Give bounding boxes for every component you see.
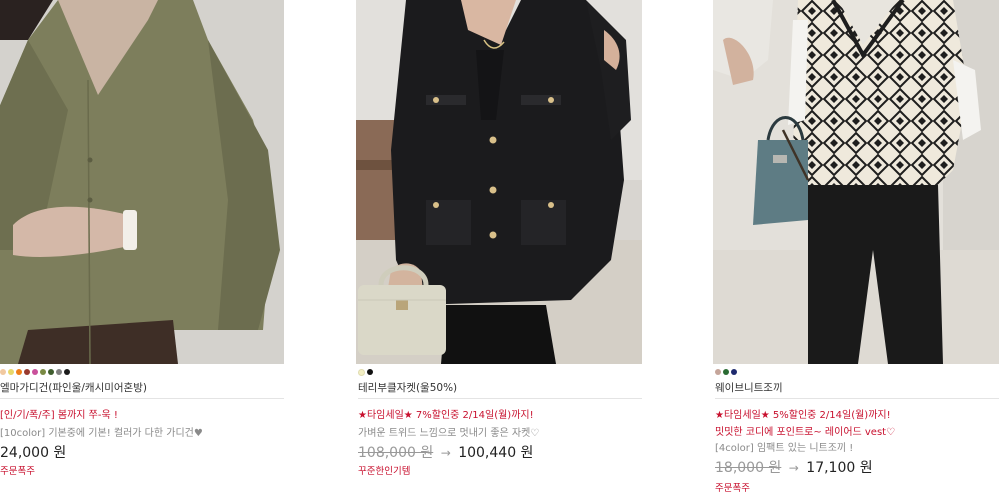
product-description: [10color] 기본중에 기본! 컬러가 다한 가디건♥ (0, 428, 203, 439)
color-swatch[interactable] (8, 369, 14, 375)
product-title[interactable]: 웨이브니트조끼 (715, 380, 783, 395)
original-price: 108,000 원 (358, 445, 434, 461)
product-photo[interactable] (0, 0, 284, 364)
promo-text: [인/기/폭/주] 봄까지 쭈-욱 ! (0, 410, 118, 421)
divider (715, 398, 999, 399)
status-badge: 주문폭주 (0, 466, 35, 477)
color-swatch[interactable] (56, 369, 62, 375)
product-description: [4color] 임팩트 있는 니트조끼 ! (715, 443, 854, 454)
product-card[interactable]: 엘마가디건(파인울/캐시미어혼방) [인/기/폭/주] 봄까지 쭈-욱 ! [1… (0, 0, 284, 504)
color-swatch[interactable] (367, 369, 373, 375)
color-swatch[interactable] (40, 369, 46, 375)
product-price: 24,000 원 (0, 445, 67, 461)
color-swatch[interactable] (0, 369, 6, 375)
product-photo[interactable] (356, 0, 642, 364)
promo-text: ★타임세일★ 7%할인중 2/14일(월)까지! (358, 410, 534, 421)
color-swatch[interactable] (32, 369, 38, 375)
divider (358, 398, 642, 399)
divider (0, 398, 284, 399)
color-swatches (358, 369, 375, 376)
color-swatch[interactable] (64, 369, 70, 375)
product-description: 가벼운 트위드 느낌으로 멋내기 좋은 자켓♡ (358, 428, 540, 439)
sale-price: 17,100 원 (806, 460, 873, 476)
color-swatches (0, 369, 72, 376)
color-swatch[interactable] (731, 369, 737, 375)
product-title[interactable]: 테리부클자켓(울50%) (358, 380, 457, 395)
color-swatch[interactable] (48, 369, 54, 375)
arrow-right-icon: → (440, 446, 451, 460)
sale-price: 100,440 원 (458, 445, 534, 461)
arrow-right-icon: → (788, 461, 799, 475)
original-price: 18,000 원 (715, 460, 782, 476)
color-swatch[interactable] (358, 369, 365, 376)
product-photo[interactable] (713, 0, 999, 364)
product-title[interactable]: 엘마가디건(파인울/캐시미어혼방) (0, 380, 147, 395)
price: 108,000 원 → 100,440 원 (358, 442, 533, 462)
promo-text: ★타임세일★ 5%할인중 2/14일(월)까지! (715, 410, 891, 421)
product-card[interactable]: 웨이브니트조끼 ★타임세일★ 5%할인중 2/14일(월)까지! 밋밋한 코디에… (713, 0, 999, 504)
price: 24,000 원 (0, 442, 66, 462)
color-swatch[interactable] (24, 369, 30, 375)
status-badge: 주문폭주 (715, 483, 750, 494)
promo-text-secondary: 밋밋한 코디에 포인트로~ 레이어드 vest♡ (715, 427, 896, 438)
color-swatch[interactable] (723, 369, 729, 375)
product-card[interactable]: 테리부클자켓(울50%) ★타임세일★ 7%할인중 2/14일(월)까지! 가벼… (356, 0, 642, 504)
price: 18,000 원 → 17,100 원 (715, 457, 873, 477)
color-swatches (715, 369, 739, 376)
color-swatch[interactable] (715, 369, 721, 375)
color-swatch[interactable] (16, 369, 22, 375)
status-badge: 꾸준한인기템 (358, 466, 411, 477)
